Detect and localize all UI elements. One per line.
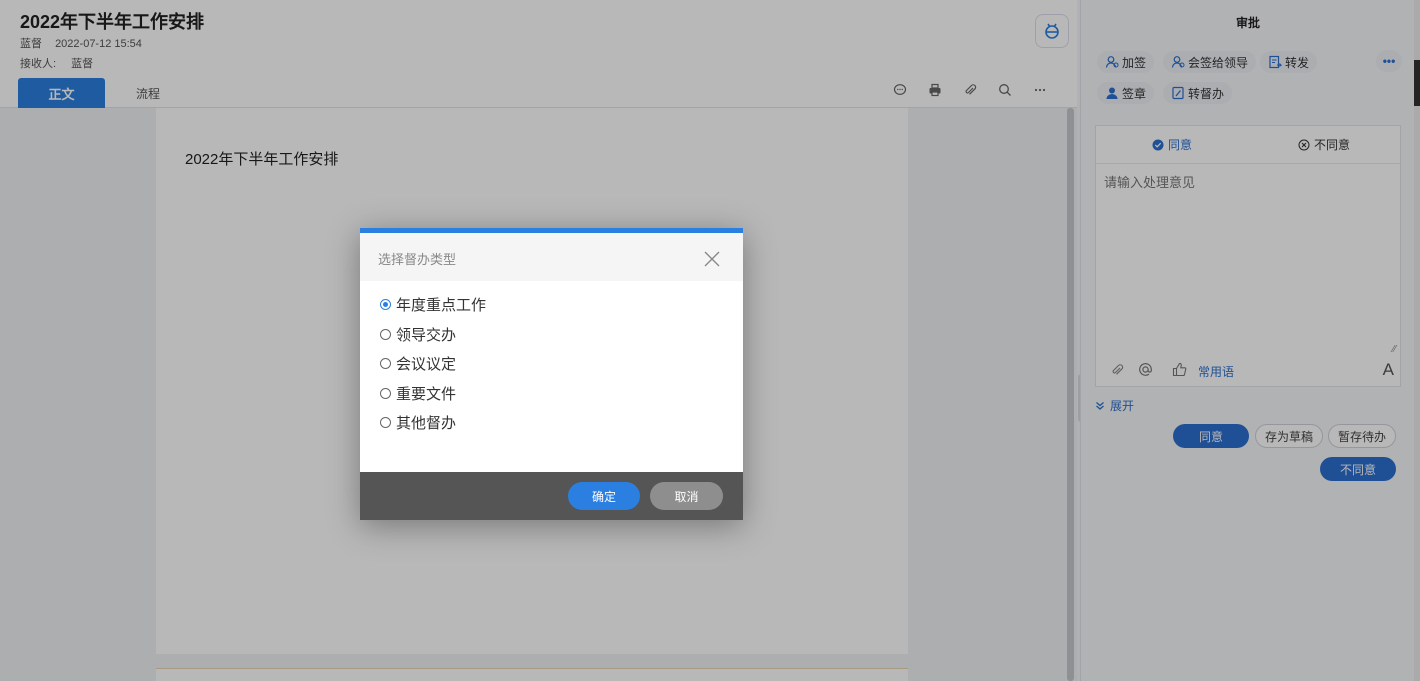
radio[interactable] [380,387,391,399]
option-label: 其他督办 [396,415,457,433]
dialog-title: 选择督办类型 [378,252,457,267]
supervision-type-dialog: 选择督办类型 年度重点工作 领导交办 会议议定 重要文件 其他督办 确定 取消 [360,228,743,520]
option-other-supervision[interactable]: 其他督办 [380,408,486,438]
cancel-button[interactable]: 取消 [650,482,723,510]
option-important-document[interactable]: 重要文件 [380,379,486,409]
option-annual-key-work[interactable]: 年度重点工作 [380,290,486,320]
option-label: 领导交办 [396,326,457,344]
supervision-type-options: 年度重点工作 领导交办 会议议定 重要文件 其他督办 [380,290,486,438]
option-meeting-decision[interactable]: 会议议定 [380,349,486,379]
option-leader-assigned[interactable]: 领导交办 [380,320,486,350]
radio[interactable] [380,417,391,429]
radio[interactable] [380,328,391,340]
radio-checked[interactable] [380,299,391,311]
option-label: 重要文件 [396,385,457,403]
confirm-button[interactable]: 确定 [568,482,640,510]
option-label: 会议议定 [396,356,457,374]
dialog-header: 选择督办类型 [360,233,743,281]
option-label: 年度重点工作 [396,297,487,315]
close-icon[interactable] [701,248,723,270]
radio[interactable] [380,358,391,370]
dialog-footer: 确定 取消 [360,472,743,520]
